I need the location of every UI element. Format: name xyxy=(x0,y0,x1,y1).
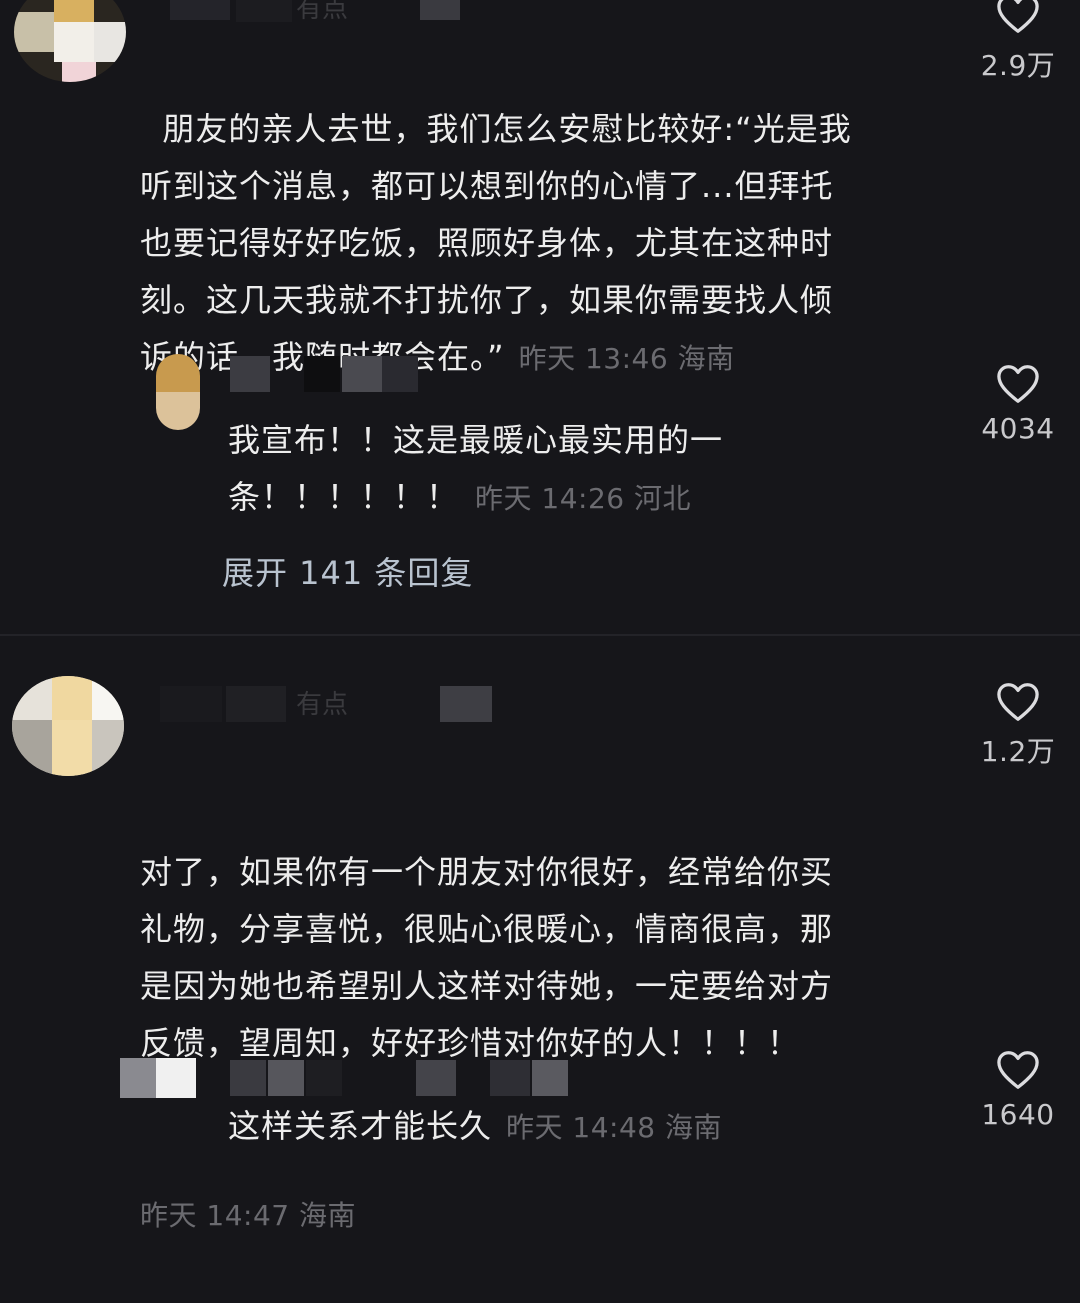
reply-meta: 昨天 14:26 河北 xyxy=(475,482,692,515)
username[interactable]: 有点 xyxy=(150,684,510,724)
heart-outline-icon xyxy=(997,1051,1039,1089)
like-count: 1640 xyxy=(981,1098,1055,1131)
reply-text[interactable]: 我宣布！！这是最暖心最实用的一 条！！！！！！ 昨天 14:26 河北 xyxy=(228,412,868,527)
heart-outline-icon xyxy=(997,365,1039,403)
username-fragment: 有点 xyxy=(296,0,349,24)
comment-meta: 昨天 14:47 海南 xyxy=(140,1199,356,1232)
like-count: 4034 xyxy=(981,412,1055,445)
divider xyxy=(0,634,1080,636)
reply-avatar[interactable] xyxy=(120,1058,200,1098)
like-button[interactable]: 1.2万 xyxy=(958,682,1078,770)
reply-like-button[interactable]: 4034 xyxy=(958,364,1078,445)
heart-outline-icon xyxy=(997,0,1039,33)
avatar[interactable] xyxy=(14,0,126,82)
reply-text[interactable]: 这样关系才能长久 昨天 14:48 海南 xyxy=(228,1098,928,1156)
username[interactable]: 有点 xyxy=(150,0,510,26)
like-count: 2.9万 xyxy=(980,49,1056,82)
comment-meta: 昨天 13:46 海南 xyxy=(518,342,735,375)
username-fragment: 有点 xyxy=(296,690,349,720)
like-button[interactable]: 2.9万 xyxy=(958,0,1078,84)
heart-outline-icon xyxy=(997,683,1039,721)
reply-username[interactable] xyxy=(230,1060,590,1096)
comment-text[interactable]: 朋友的亲人去世，我们怎么安慰比较好:“光是我 听到这个消息，都可以想到你的心情了… xyxy=(140,44,940,387)
comment-text[interactable]: 对了，如果你有一个朋友对你很好，经常给你买 礼物，分享喜悦，很贴心很暖心，情商很… xyxy=(140,730,940,1303)
avatar[interactable] xyxy=(12,676,124,776)
expand-replies-button[interactable]: 展开 141 条回复 xyxy=(222,548,473,594)
reply-like-button[interactable]: 1640 xyxy=(958,1050,1078,1131)
like-count: 1.2万 xyxy=(980,735,1056,768)
reply-username[interactable] xyxy=(230,356,430,392)
reply-meta: 昨天 14:48 海南 xyxy=(506,1111,723,1144)
reply-avatar[interactable] xyxy=(156,354,200,430)
